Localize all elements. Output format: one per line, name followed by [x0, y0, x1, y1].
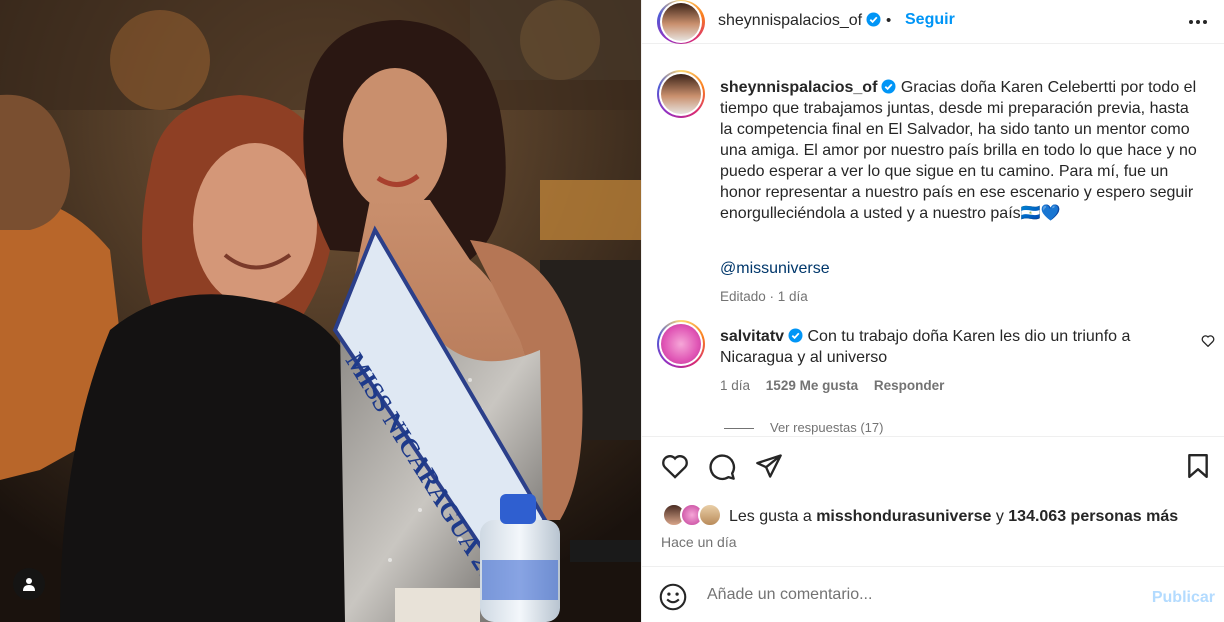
likes-count[interactable]: 134.063 personas más [1008, 508, 1178, 525]
caption-avatar[interactable] [657, 70, 705, 118]
caption-username[interactable]: sheynnispalacios_of [720, 79, 896, 96]
caption-edited: Editado · 1 día [720, 289, 808, 304]
view-replies-label: Ver respuestas (17) [770, 420, 884, 435]
comment-time: 1 día [720, 378, 751, 393]
verified-badge-icon [881, 79, 896, 94]
post-date[interactable]: Hace un día [661, 534, 737, 550]
bookmark-icon[interactable] [1186, 453, 1210, 479]
caption-text: sheynnispalacios_of Gracias doña Karen C… [720, 77, 1200, 224]
mention-link[interactable]: @missuniverse [720, 260, 830, 278]
likers-avatars[interactable] [662, 503, 722, 527]
reply-button[interactable]: Responder [874, 378, 945, 393]
more-options-icon[interactable] [1188, 14, 1208, 30]
author-avatar[interactable] [657, 0, 705, 44]
comment-username[interactable]: salvitatv [720, 328, 803, 345]
verified-badge-icon [788, 328, 803, 343]
post-sidebar: sheynnispalacios_of • Seguir sheynnispal… [641, 0, 1224, 622]
action-bar: Les gusta a misshondurasuniverse y 134.0… [642, 436, 1224, 566]
separator-dot: • [886, 12, 892, 29]
publish-button[interactable]: Publicar [1152, 589, 1215, 607]
emoji-icon[interactable] [659, 583, 687, 611]
user-tag-icon [23, 578, 35, 591]
comment-like-heart-icon[interactable] [1201, 334, 1215, 347]
follow-button[interactable]: Seguir [905, 11, 955, 29]
verified-badge-icon [866, 12, 881, 27]
comment-icon[interactable] [708, 453, 736, 481]
likes-user[interactable]: misshondurasuniverse [816, 508, 991, 525]
replies-divider [724, 428, 754, 430]
view-replies-button[interactable]: Ver respuestas (17) [724, 420, 883, 435]
comment-input[interactable] [707, 581, 1127, 609]
caption-body: Gracias doña Karen Celebertti por todo e… [720, 79, 1197, 222]
comment-meta: 1 día 1529 Me gusta Responder [720, 378, 944, 393]
heart-icon[interactable] [661, 453, 689, 479]
author-username[interactable]: sheynnispalacios_of [718, 12, 881, 30]
comment-likes[interactable]: 1529 Me gusta [766, 378, 858, 393]
photo-image: MISS NICARAGUA 20 [0, 0, 641, 622]
user-tag-button[interactable] [13, 568, 45, 600]
comment-text: salvitatv Con tu trabajo doña Karen les … [720, 326, 1190, 368]
comment-avatar[interactable] [657, 320, 705, 368]
post-photo[interactable]: MISS NICARAGUA 20 [0, 0, 641, 622]
post-header: sheynnispalacios_of • Seguir [642, 0, 1224, 44]
share-icon[interactable] [755, 453, 783, 479]
liker-avatar [698, 503, 722, 527]
comments-section[interactable]: sheynnispalacios_of Gracias doña Karen C… [642, 58, 1224, 436]
likes-summary[interactable]: Les gusta a misshondurasuniverse y 134.0… [729, 508, 1178, 526]
comment-composer: Publicar [642, 566, 1224, 622]
